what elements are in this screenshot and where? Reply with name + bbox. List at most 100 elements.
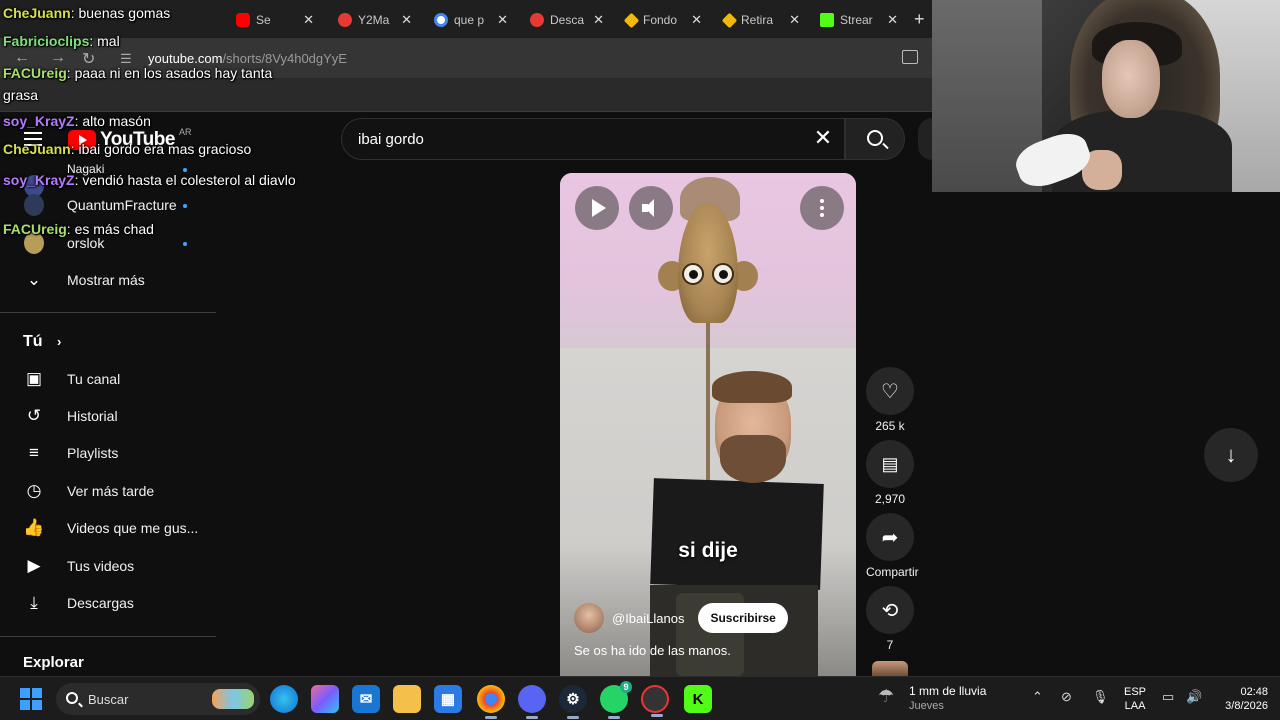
sidebar: Nagaki QuantumFracture orslok ⌄ Mostrar …	[0, 162, 216, 676]
tab-kick-stream[interactable]: Strear ✕	[812, 6, 906, 34]
tab-y2mate[interactable]: Y2Ma ✕	[330, 6, 420, 34]
close-tab-icon[interactable]: ✕	[887, 12, 898, 28]
comments-button[interactable]: ▤	[866, 440, 914, 488]
you-section-heading[interactable]: Tú ›	[23, 333, 61, 351]
tab-label: Fondo	[643, 13, 678, 27]
sidebar-item-historial[interactable]: ↺ Historial	[0, 398, 216, 434]
heart-icon: ♡	[881, 380, 899, 403]
install-app-icon[interactable]	[902, 50, 918, 64]
sidebar-item-label: Descargas	[67, 595, 134, 611]
chat-username: FACUreig	[3, 65, 67, 81]
search-query: ibai gordo	[358, 131, 424, 148]
sidebar-subscription-quantumfracture[interactable]: QuantumFracture	[0, 187, 216, 223]
edge-icon[interactable]	[270, 685, 298, 713]
new-content-dot	[183, 242, 187, 246]
subscription-label: QuantumFracture	[67, 197, 177, 213]
weather-day: Jueves	[909, 700, 944, 712]
next-short-button[interactable]: ↓	[1204, 428, 1258, 482]
comments-action: ▤ 2,970	[866, 440, 914, 506]
explore-heading: Explorar	[23, 654, 84, 671]
like-button[interactable]: ♡	[866, 367, 914, 415]
volume-button[interactable]	[629, 186, 673, 230]
chrome-icon[interactable]	[477, 685, 505, 719]
subscribe-button[interactable]: Suscribirse	[698, 603, 788, 633]
language-code: ESP	[1124, 686, 1147, 698]
file-explorer-icon[interactable]	[393, 685, 421, 713]
steam-icon[interactable]: ⚙	[559, 685, 587, 719]
close-tab-icon[interactable]: ✕	[401, 12, 412, 28]
search-input[interactable]: ibai gordo ✕	[341, 118, 845, 160]
short-video-player[interactable]: si dije @IbaiLlanos Suscribirse Se os ha…	[560, 173, 856, 676]
close-tab-icon[interactable]: ✕	[691, 12, 702, 28]
remix-button[interactable]: ⟲	[866, 586, 914, 634]
close-tab-icon[interactable]: ✕	[303, 12, 314, 28]
sidebar-item-playlists[interactable]: ≡ Playlists	[0, 435, 216, 471]
network-icon[interactable]: ▭	[1162, 689, 1174, 705]
search-button[interactable]	[845, 118, 905, 160]
copilot-icon[interactable]	[311, 685, 339, 713]
video-description[interactable]: Se os ha ido de las manos.	[574, 643, 731, 658]
sidebar-item-videos-que-me-gustan[interactable]: 👍 Videos que me gus...	[0, 510, 216, 546]
clear-search-icon[interactable]: ✕	[808, 125, 838, 151]
camera-off-icon[interactable]: ⊘	[1061, 689, 1072, 705]
chat-message: FACUreig: es más chad	[3, 221, 303, 237]
tab-label: Y2Ma	[358, 13, 390, 27]
play-icon	[592, 199, 606, 217]
weather-condition: 1 mm de lluvia	[909, 684, 987, 698]
liked-icon: 👍	[23, 518, 45, 537]
sidebar-item-tus-videos[interactable]: ▶ Tus videos	[0, 548, 216, 584]
chat-message: CheJuann: buenas gomas	[3, 5, 303, 21]
language-indicator[interactable]: ESP LAA	[1124, 685, 1146, 714]
close-tab-icon[interactable]: ✕	[497, 12, 508, 28]
close-tab-icon[interactable]: ✕	[593, 12, 604, 28]
comment-icon: ▤	[881, 453, 899, 474]
tab-binance-retirar[interactable]: Retira ✕	[716, 6, 808, 34]
channel-avatar[interactable]	[574, 603, 604, 633]
sidebar-item-descargas[interactable]: ⤓ Descargas	[0, 585, 216, 621]
tab-google[interactable]: que p ✕	[426, 6, 516, 34]
taskbar-search-label: Buscar	[88, 692, 129, 707]
new-tab-icon[interactable]: +	[914, 9, 925, 30]
more-options-button[interactable]	[800, 186, 844, 230]
tab-label: Retira	[741, 13, 774, 27]
whatsapp-notification-badge: 9	[620, 681, 632, 693]
edited-head-eye	[712, 263, 734, 285]
close-tab-icon[interactable]: ✕	[789, 12, 800, 28]
channel-handle[interactable]: @IbaiLlanos	[612, 611, 684, 626]
discord-icon[interactable]	[518, 685, 546, 719]
outlook-icon[interactable]: ✉	[352, 685, 380, 713]
like-count: 265 k	[875, 419, 905, 433]
tab-binance-fondos[interactable]: Fondo ✕	[618, 6, 710, 34]
channel-icon: ▣	[25, 369, 43, 388]
sidebar-item-ver-mas-tarde[interactable]: ◷ Ver más tarde	[0, 473, 216, 509]
volume-icon[interactable]: 🔊	[1186, 689, 1202, 705]
taskbar-clock[interactable]: 02:48 3/8/2026	[1212, 685, 1268, 714]
playlists-icon: ≡	[29, 443, 39, 462]
microsoft-store-icon[interactable]: ▦	[434, 685, 462, 713]
chevron-up-icon[interactable]: ⌃	[1032, 689, 1043, 705]
microphone-icon[interactable]: 🎙	[1092, 689, 1109, 705]
chat-text: : alto masón	[74, 113, 151, 129]
whatsapp-icon[interactable]: 9	[600, 681, 632, 719]
voice-search-button[interactable]	[918, 118, 932, 160]
chevron-down-icon: ⌄	[26, 270, 42, 289]
windows-start-icon[interactable]	[20, 688, 42, 710]
taskbar-search[interactable]: Buscar	[56, 683, 260, 715]
volume-icon	[642, 199, 660, 217]
chat-message: soy_KrayZ: alto masón	[3, 113, 303, 129]
chat-message: Fabricioclips: mal	[3, 33, 303, 49]
chat-text: : vendió hasta el colesterol al diavlo	[74, 172, 296, 188]
sidebar-item-tu-canal[interactable]: ▣ Tu canal	[0, 361, 216, 397]
chat-message: soy_KrayZ: vendió hasta el colesterol al…	[3, 169, 303, 191]
recording-app-icon[interactable]	[641, 685, 669, 717]
play-button[interactable]	[575, 186, 619, 230]
share-button[interactable]: ➦	[866, 513, 914, 561]
subscription-label: orslok	[67, 235, 105, 251]
share-arrow-icon: ➦	[881, 526, 899, 549]
sidebar-item-label: Ver más tarde	[67, 483, 155, 499]
show-more-button[interactable]: ⌄ Mostrar más	[0, 262, 216, 298]
person-black-shirt	[650, 478, 824, 590]
tab-download[interactable]: Desca ✕	[522, 6, 612, 34]
sound-thumbnail[interactable]	[872, 661, 908, 676]
kick-icon[interactable]: K	[684, 685, 712, 713]
